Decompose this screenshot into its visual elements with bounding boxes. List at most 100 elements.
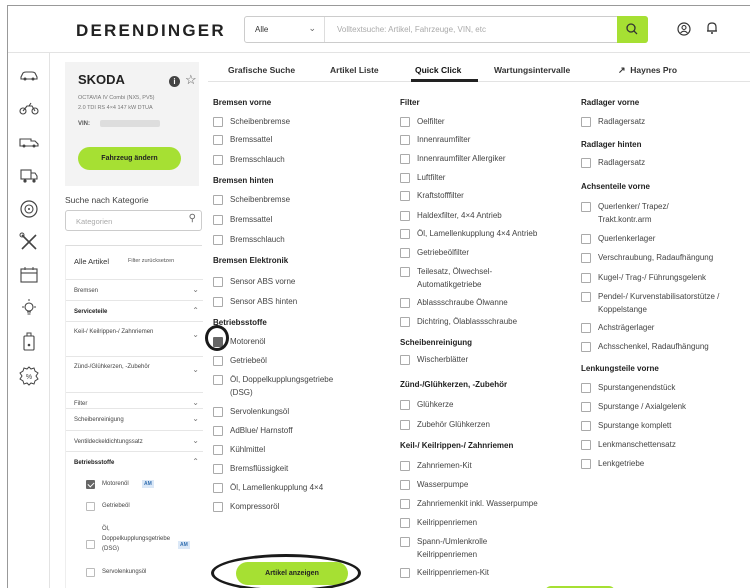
chevron-down-icon[interactable]: ⌄ [192,285,199,294]
checkbox[interactable] [400,420,410,430]
checkbox[interactable] [400,461,410,471]
lightbulb-icon[interactable] [18,297,40,319]
quick-click-item[interactable]: Kompressoröl [213,501,383,513]
quick-click-item[interactable]: Luftfilter [400,172,570,184]
filter-category-row[interactable]: Bremsen ⌄ [66,279,203,300]
checkbox[interactable] [400,154,410,164]
filter-category-row[interactable]: Betriebsstoffe ⌃ [66,451,203,472]
quick-click-item[interactable]: Achsträgerlager [581,322,750,334]
checkbox[interactable] [581,402,591,412]
checkbox[interactable] [213,483,223,493]
checkbox[interactable] [86,502,95,511]
quick-click-item[interactable]: Zahnriemenkit inkl. Wasserpumpe [400,498,570,510]
checkbox[interactable] [86,568,95,577]
checkbox[interactable] [213,235,223,245]
checkbox[interactable] [213,375,223,385]
checkbox[interactable] [400,317,410,327]
quick-click-item[interactable]: Radlagersatz [581,157,750,169]
checkbox[interactable] [86,480,95,489]
checkbox[interactable] [581,383,591,393]
chevron-down-icon[interactable]: ⌄ [192,436,199,445]
checkbox[interactable] [213,297,223,307]
reset-filter-link[interactable]: Filter zurücksetzen [128,258,174,264]
checkbox[interactable] [400,537,410,547]
checkbox[interactable] [400,480,410,490]
quick-click-item[interactable]: Querlenker/ Trapez/ [581,201,750,213]
quick-click-item[interactable]: Ablassschraube Ölwanne [400,297,570,309]
quick-click-item[interactable]: Scheibenbremse [213,116,383,128]
star-icon[interactable]: ☆ [185,72,197,88]
motorcycle-icon[interactable] [18,97,40,119]
quick-click-item[interactable]: Getriebeölfilter [400,247,570,259]
checkbox[interactable] [213,155,223,165]
quick-click-item[interactable]: Öl, Doppelkupplungsgetriebe [213,374,383,386]
checkbox[interactable] [581,421,591,431]
checkbox[interactable] [581,342,591,352]
filter-checkbox-row[interactable]: Getriebeöl [66,496,203,518]
checkbox[interactable] [213,502,223,512]
checkbox[interactable] [213,215,223,225]
quick-click-item[interactable]: Verschraubung, Radaufhängung [581,252,750,264]
chevron-down-icon[interactable]: ⌄ [192,398,199,407]
quick-click-item[interactable]: AdBlue/ Harnstoff [213,425,383,437]
chevron-down-icon[interactable]: ⌄ [192,414,199,423]
quick-click-item[interactable]: Bremssattel [213,134,383,146]
quick-click-item[interactable]: Keilrippenriemen-Kit [400,567,570,579]
quick-click-item[interactable]: Spann-/Umlenkrolle [400,536,570,548]
category-search-input[interactable]: Kategorien ⚲ [65,210,202,231]
checkbox[interactable] [213,117,223,127]
checkbox[interactable] [400,191,410,201]
filter-checkbox-row[interactable]: Öl, Doppelkupplungsgetriebe (DSG) AM [66,518,203,562]
quick-click-item[interactable]: Haldexfilter, 4×4 Antrieb [400,210,570,222]
chevron-up-icon[interactable]: ⌃ [192,457,199,466]
logo[interactable]: DERENDINGER [76,21,226,41]
tire-icon[interactable] [18,198,40,220]
quick-click-item[interactable]: Spurstangenendstück [581,382,750,394]
tab-wartungsintervalle[interactable]: Wartungsintervalle [494,65,570,75]
filter-category-row[interactable]: Ventildeckeldichtungssatz ⌄ [66,430,203,451]
search-input[interactable]: Volltextsuche: Artikel, Fahrzeuge, VIN, … [337,25,486,34]
checkbox[interactable] [213,277,223,287]
checkbox[interactable] [581,440,591,450]
checkbox[interactable] [400,229,410,239]
quick-click-item[interactable]: Querlenkerlager [581,233,750,245]
tools-icon[interactable] [18,231,40,253]
quick-click-item[interactable]: Dichtring, Ölablassschraube [400,316,570,328]
checkbox[interactable] [400,173,410,183]
checkbox[interactable] [581,234,591,244]
search-button[interactable] [617,16,648,43]
quick-click-item[interactable]: Spurstange / Axialgelenk [581,401,750,413]
quick-click-item[interactable]: Öl, Lamellenkupplung 4×4 [213,482,383,494]
checkbox[interactable] [581,459,591,469]
calendar-icon[interactable] [18,264,40,286]
checkbox[interactable] [213,407,223,417]
quick-click-item[interactable]: Kraftstofffilter [400,190,570,202]
quick-click-item[interactable]: Achsschenkel, Radaufhängung [581,341,750,353]
filter-category-row[interactable]: Filter ⌄ [66,392,203,408]
bell-icon[interactable] [705,21,719,35]
oil-can-icon[interactable] [18,331,40,353]
percent-icon[interactable]: % [18,365,40,387]
quick-click-item[interactable]: Pendel-/ Kurvenstabilisatorstütze / [581,291,750,303]
checkbox[interactable] [213,464,223,474]
checkbox[interactable] [400,117,410,127]
checkbox[interactable] [400,248,410,258]
quick-click-item[interactable]: Kühlmittel [213,444,383,456]
checkbox[interactable] [581,273,591,283]
checkbox[interactable] [213,426,223,436]
checkbox[interactable] [86,540,95,549]
tab-haynes-pro[interactable]: ↗ Haynes Pro [618,65,677,76]
tab-quick-click[interactable]: Quick Click [415,65,461,75]
quick-click-item[interactable]: Wischerblätter [400,354,570,366]
info-icon[interactable]: i [169,76,180,87]
checkbox[interactable] [581,253,591,263]
chevron-down-icon[interactable]: ⌄ [192,330,199,339]
quick-click-item[interactable]: Bremsschlauch [213,154,383,166]
checkbox[interactable] [400,211,410,221]
checkbox[interactable] [400,499,410,509]
quick-click-item[interactable]: Bremssattel [213,214,383,226]
quick-click-item[interactable]: Radlagersatz [581,116,750,128]
chevron-up-icon[interactable]: ⌃ [192,306,199,315]
checkbox[interactable] [581,292,591,302]
search-scope-select[interactable]: Alle ⌄ [245,17,325,42]
